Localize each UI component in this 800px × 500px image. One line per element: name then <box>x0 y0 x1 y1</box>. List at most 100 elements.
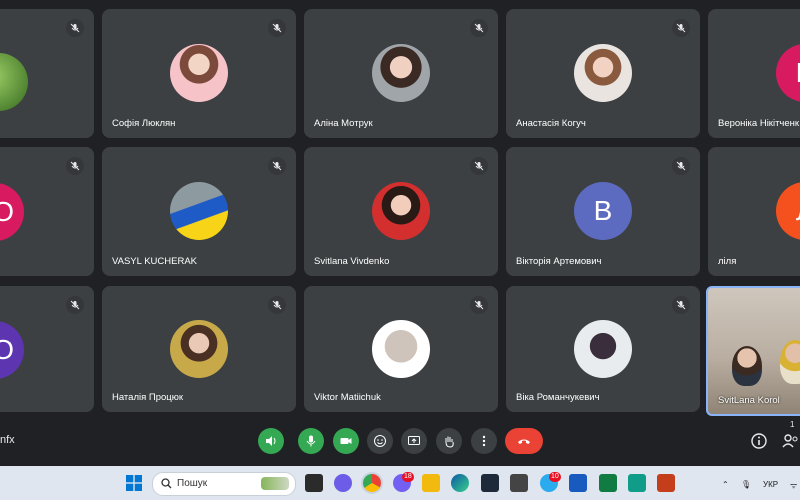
windows-logo-icon <box>126 475 142 491</box>
raise-hand-icon <box>445 436 454 448</box>
mic-icon <box>306 435 316 447</box>
meeting-grid: Софія Люклян Аліна Мотрук Анастасія Когу… <box>0 0 800 416</box>
end-call-button[interactable] <box>505 428 543 454</box>
excel-icon[interactable] <box>599 474 617 492</box>
telegram-badge: 10 <box>549 472 561 482</box>
self-view-tile[interactable]: SvitLana Korol <box>706 286 800 416</box>
search-icon <box>161 478 172 489</box>
muted-mic-icon <box>672 296 690 314</box>
search-placeholder: Пошук <box>177 478 208 489</box>
microphone-tray-icon[interactable]: 🎙 <box>741 480 751 489</box>
avatar-photo <box>372 320 430 378</box>
mic-button[interactable] <box>298 428 324 454</box>
wifi-icon[interactable]: ᯤ <box>790 480 797 491</box>
meeting-code: nfx <box>0 434 15 446</box>
person-shape <box>732 346 762 386</box>
muted-mic-icon <box>672 19 690 37</box>
muted-mic-icon <box>66 19 84 37</box>
participant-name: VASYL KUCHERAK <box>112 256 197 267</box>
task-view-icon[interactable] <box>305 474 323 492</box>
participant-tile[interactable]: Віка Романчукевич <box>506 286 700 412</box>
camera-icon <box>340 438 352 444</box>
participant-tile[interactable]: В Вероніка Нікітченк <box>708 9 800 138</box>
people-icon <box>782 434 798 448</box>
volume-button[interactable] <box>258 428 284 454</box>
participant-name: ліля <box>718 256 737 267</box>
participant-tile[interactable]: Наталія Процюк <box>102 286 296 412</box>
file-explorer-icon[interactable] <box>422 474 440 492</box>
avatar-letter: Л <box>776 182 800 240</box>
muted-mic-icon <box>268 296 286 314</box>
store-icon[interactable] <box>481 474 499 492</box>
language-indicator[interactable]: УКР <box>763 480 778 489</box>
participant-name: Вікторія Артемович <box>516 256 602 267</box>
raise-hand-button[interactable] <box>436 428 462 454</box>
word-icon[interactable] <box>569 474 587 492</box>
participant-name: Вероніка Нікітченк <box>718 118 800 129</box>
avatar-photo <box>372 182 430 240</box>
emoji-button[interactable] <box>367 428 393 454</box>
participant-tile[interactable]: В Вікторія Артемович <box>506 147 700 276</box>
participant-tile[interactable]: Svitlana Vivdenko <box>304 147 498 276</box>
muted-mic-icon <box>268 157 286 175</box>
info-button[interactable] <box>750 432 768 455</box>
participant-tile[interactable]: Софія Люклян <box>102 9 296 138</box>
participant-name: Viktor Matiichuk <box>314 392 381 403</box>
present-icon <box>408 436 420 445</box>
muted-mic-icon <box>470 19 488 37</box>
avatar-photo <box>170 320 228 378</box>
app-icon[interactable] <box>510 474 528 492</box>
avatar-letter: В <box>574 182 632 240</box>
powerpoint-icon[interactable] <box>657 474 675 492</box>
person-shape <box>780 340 800 384</box>
more-options-button[interactable] <box>471 428 497 454</box>
avatar-photo <box>170 44 228 102</box>
participant-name: Svitlana Vivdenko <box>314 256 390 267</box>
avatar-letter: О <box>0 183 24 241</box>
avatar-photo <box>170 182 228 240</box>
app-icon[interactable] <box>628 474 646 492</box>
info-icon <box>751 433 767 449</box>
avatar-photo <box>574 320 632 378</box>
control-bar <box>0 416 800 466</box>
people-button[interactable] <box>782 432 800 455</box>
participant-tile[interactable]: О <box>0 147 94 276</box>
participant-name: Аліна Мотрук <box>314 118 373 129</box>
muted-mic-icon <box>66 296 84 314</box>
participants-count: 1 <box>790 420 795 429</box>
emoji-icon <box>374 435 386 447</box>
participant-name: Софія Люклян <box>112 118 176 129</box>
participant-tile[interactable]: Л ліля <box>708 147 800 276</box>
chat-icon[interactable] <box>334 474 352 492</box>
muted-mic-icon <box>470 296 488 314</box>
camera-button[interactable] <box>333 428 359 454</box>
participant-name: Віка Романчукевич <box>516 392 600 403</box>
start-button[interactable] <box>126 475 142 491</box>
participant-tile[interactable] <box>0 9 94 138</box>
muted-mic-icon <box>470 157 488 175</box>
participant-tile[interactable]: Аліна Мотрук <box>304 9 498 138</box>
tray-chevron-icon[interactable]: ⌃ <box>722 480 729 489</box>
volume-icon <box>266 436 276 446</box>
taskbar-search[interactable]: Пошук <box>152 472 296 496</box>
participant-tile[interactable]: Анастасія Когуч <box>506 9 700 138</box>
avatar-photo <box>574 44 632 102</box>
edge-icon[interactable] <box>451 474 469 492</box>
search-highlight-image <box>261 477 289 490</box>
participant-tile[interactable]: VASYL KUCHERAK <box>102 147 296 276</box>
participant-name: Анастасія Когуч <box>516 118 586 129</box>
avatar-photo <box>0 53 28 111</box>
more-icon <box>482 435 486 447</box>
participant-tile[interactable]: Viktor Matiichuk <box>304 286 498 412</box>
avatar-photo <box>372 44 430 102</box>
muted-mic-icon <box>672 157 690 175</box>
viber-badge: 18 <box>402 472 414 482</box>
participant-tile[interactable]: О <box>0 286 94 412</box>
present-button[interactable] <box>401 428 427 454</box>
chrome-icon[interactable] <box>363 474 381 492</box>
avatar-letter: О <box>0 321 24 379</box>
participant-name: Наталія Процюк <box>112 392 184 403</box>
muted-mic-icon <box>66 157 84 175</box>
self-view-name: SvitLana Korol <box>718 395 780 406</box>
avatar-letter: В <box>776 44 800 102</box>
